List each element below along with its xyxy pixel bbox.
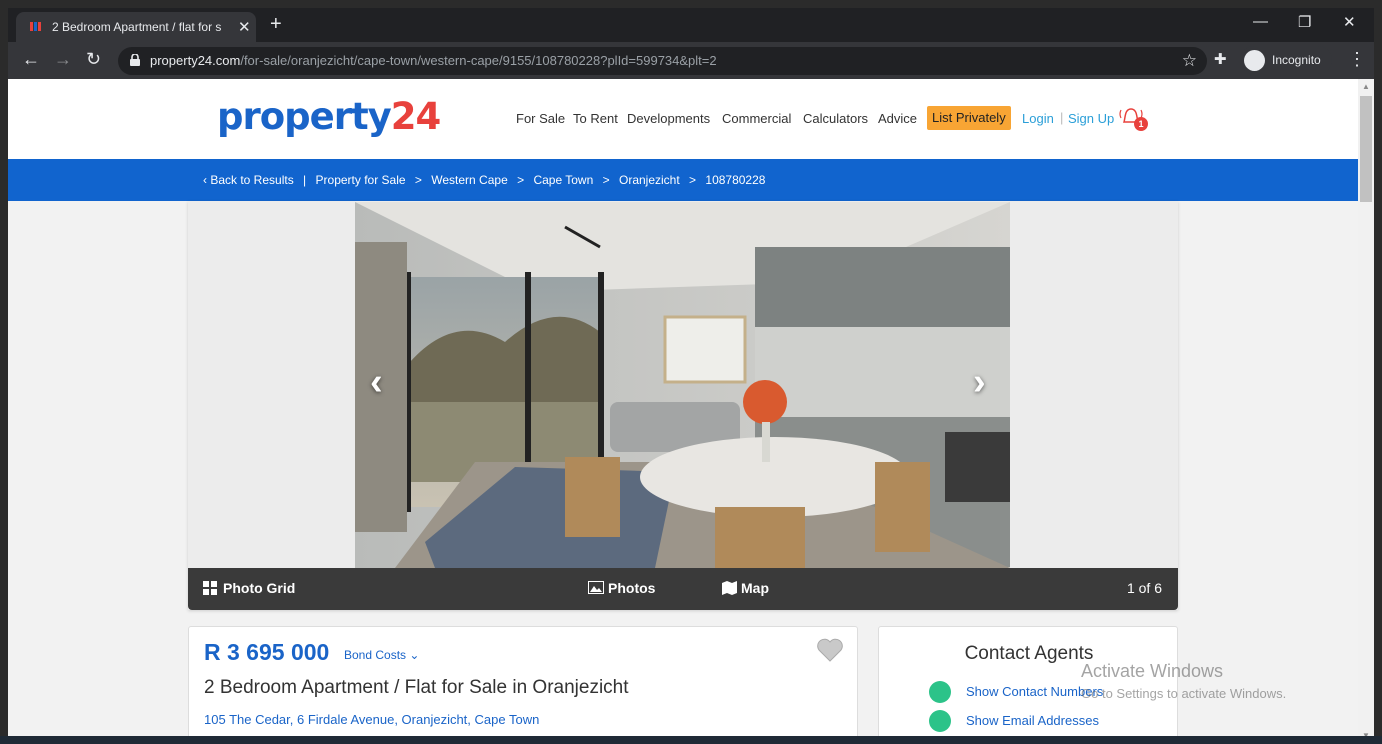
crumb-western-cape[interactable]: Western Cape xyxy=(431,173,507,187)
listing-price: R 3 695 000 xyxy=(204,639,330,665)
map-label: Map xyxy=(741,580,769,596)
forward-icon[interactable]: → xyxy=(54,50,72,68)
notification-badge: 1 xyxy=(1134,117,1148,131)
tab-strip: 2 Bedroom Apartment / flat for s ✕ + — ❐… xyxy=(8,8,1374,42)
photos-button[interactable]: Photos xyxy=(588,580,655,596)
crumb-separator: > xyxy=(414,173,422,187)
map-button[interactable]: Map xyxy=(722,580,769,596)
browser-tab[interactable]: 2 Bedroom Apartment / flat for s ✕ xyxy=(16,12,256,42)
new-tab-button[interactable]: + xyxy=(270,13,282,36)
window-close-icon[interactable]: ✕ xyxy=(1343,13,1356,31)
nav-developments[interactable]: Developments xyxy=(627,111,710,126)
site-logo[interactable]: property24 xyxy=(217,95,441,138)
site-header: property24 For Sale To Rent Developments… xyxy=(8,79,1358,159)
list-privately-button[interactable]: List Privately xyxy=(927,106,1011,130)
tab-close-icon[interactable]: ✕ xyxy=(238,18,251,36)
browser-menu-icon[interactable]: ⋮ xyxy=(1348,49,1366,70)
browser-toolbar: ← → ↻ property24.com/for-sale/oranjezich… xyxy=(8,42,1374,79)
incognito-indicator[interactable]: Incognito xyxy=(1240,46,1332,74)
minimize-icon[interactable]: — xyxy=(1253,13,1268,30)
restore-icon[interactable]: ❐ xyxy=(1298,13,1311,31)
heart-icon[interactable] xyxy=(816,637,844,663)
phone-icon xyxy=(929,681,951,703)
bookmark-star-icon[interactable]: ☆ xyxy=(1182,51,1197,71)
listing-photo[interactable] xyxy=(355,202,1010,568)
windows-taskbar xyxy=(0,736,1382,744)
nav-calculators[interactable]: Calculators xyxy=(803,111,868,126)
signup-link[interactable]: Sign Up xyxy=(1068,111,1114,126)
incognito-icon xyxy=(1244,50,1265,71)
nav-advice[interactable]: Advice xyxy=(878,111,917,126)
reload-icon[interactable]: ↻ xyxy=(86,50,101,68)
nav-for-sale[interactable]: For Sale xyxy=(516,111,565,126)
activate-windows-watermark: Activate Windows xyxy=(1081,661,1224,681)
crumb-cape-town[interactable]: Cape Town xyxy=(533,173,593,187)
crumb-separator: > xyxy=(689,173,697,187)
lock-icon xyxy=(130,54,140,66)
map-icon xyxy=(722,581,737,595)
tab-title: 2 Bedroom Apartment / flat for s xyxy=(52,20,222,34)
divider: | xyxy=(1060,110,1064,125)
photo-gallery: ‹ › Photo Grid Photos Map 1 of 6 xyxy=(188,201,1178,610)
browser-window: 2 Bedroom Apartment / flat for s ✕ + — ❐… xyxy=(8,8,1374,744)
photos-label: Photos xyxy=(608,580,656,596)
crumb-separator: > xyxy=(602,173,610,187)
previous-photo-icon[interactable]: ‹ xyxy=(370,361,383,404)
gallery-toolbar: Photo Grid Photos Map 1 of 6 xyxy=(188,568,1178,610)
crumb-listing-id: 108780228 xyxy=(705,173,766,187)
photo-grid-label: Photo Grid xyxy=(223,580,296,596)
image-icon xyxy=(588,581,604,594)
breadcrumb: ‹ Back to Results | Property for Sale > … xyxy=(8,159,1358,201)
crumb-oranjezicht[interactable]: Oranjezicht xyxy=(619,173,680,187)
login-link[interactable]: Login xyxy=(1022,111,1054,126)
listing-address[interactable]: 105 The Cedar, 6 Firdale Avenue, Oranjez… xyxy=(204,712,539,727)
email-icon xyxy=(929,710,951,732)
scrollbar-thumb[interactable] xyxy=(1360,96,1372,202)
back-to-results-link[interactable]: ‹ Back to Results xyxy=(203,173,294,187)
page-scrollbar[interactable]: ▲ ▼ xyxy=(1358,79,1374,744)
back-icon[interactable]: ← xyxy=(22,50,40,68)
listing-details: R 3 695 000 Bond Costs ⌄ 2 Bedroom Apart… xyxy=(188,626,858,744)
bond-costs-dropdown[interactable]: Bond Costs ⌄ xyxy=(344,648,419,662)
crumb-separator: > xyxy=(517,173,525,187)
grid-icon xyxy=(203,581,217,595)
crumb-property-for-sale[interactable]: Property for Sale xyxy=(316,173,406,187)
show-email-addresses-link[interactable]: Show Email Addresses xyxy=(966,713,1099,728)
photo-counter: 1 of 6 xyxy=(1126,580,1162,596)
contact-agents-panel: Contact Agents Show Contact Numbers Show… xyxy=(878,626,1178,744)
page-content: property24 For Sale To Rent Developments… xyxy=(8,79,1358,744)
activate-windows-hint: Go to Settings to activate Windows. xyxy=(1081,686,1287,701)
extensions-icon[interactable]: ✚ xyxy=(1214,50,1227,68)
address-bar[interactable]: property24.com/for-sale/oranjezicht/cape… xyxy=(118,47,1207,75)
listing-title: 2 Bedroom Apartment / Flat for Sale in O… xyxy=(204,677,629,698)
next-photo-icon[interactable]: › xyxy=(973,361,986,404)
scroll-up-icon[interactable]: ▲ xyxy=(1362,82,1370,91)
photo-grid-button[interactable]: Photo Grid xyxy=(203,580,295,596)
incognito-label: Incognito xyxy=(1272,53,1321,67)
nav-commercial[interactable]: Commercial xyxy=(722,111,791,126)
favicon-icon xyxy=(30,22,42,31)
nav-to-rent[interactable]: To Rent xyxy=(573,111,618,126)
url-text: property24.com/for-sale/oranjezicht/cape… xyxy=(150,53,717,68)
crumb-separator: | xyxy=(303,173,307,187)
